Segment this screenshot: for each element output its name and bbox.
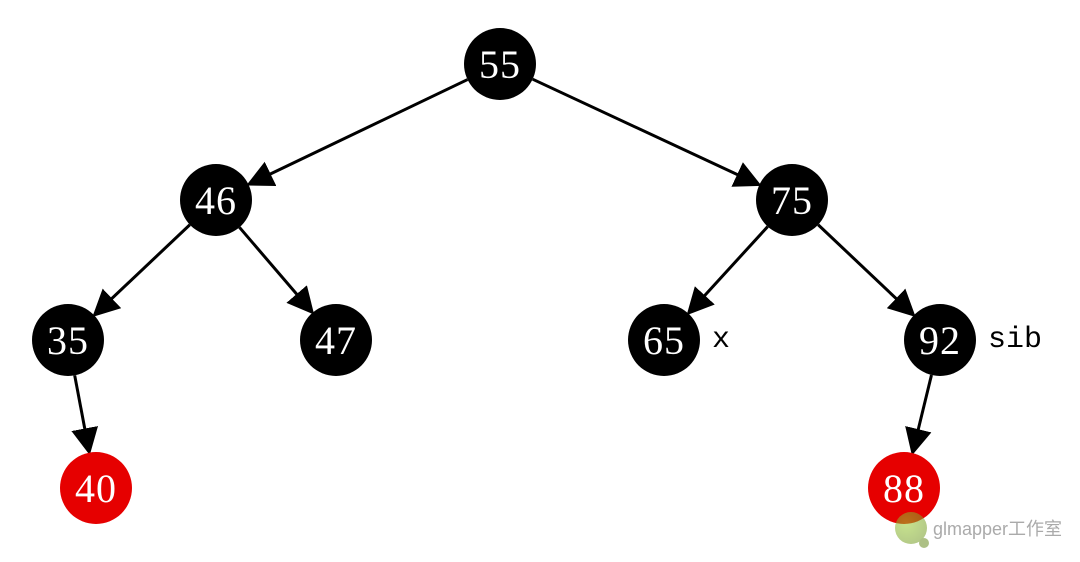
node-value: 75 — [771, 177, 813, 224]
tree-diagram: 55 46 75 35 47 65 x 92 sib 40 88 glmapper工作室 — [0, 0, 1080, 562]
node-value: 92 — [919, 317, 961, 364]
tree-node-40: 40 — [60, 452, 132, 524]
node-annotation-sib: sib — [988, 323, 1042, 357]
tree-edge — [250, 80, 467, 184]
watermark: glmapper工作室 — [895, 512, 1062, 544]
node-value: 55 — [479, 41, 521, 88]
node-annotation-x: x — [712, 323, 730, 357]
wechat-icon — [895, 512, 927, 544]
node-value: 40 — [75, 465, 117, 512]
node-value: 46 — [195, 177, 237, 224]
tree-edge — [913, 375, 932, 451]
tree-edge — [818, 225, 912, 314]
tree-node-65: 65 — [628, 304, 700, 376]
tree-node-75: 75 — [756, 164, 828, 236]
tree-edge — [533, 79, 758, 184]
tree-node-47: 47 — [300, 304, 372, 376]
tree-edge — [239, 227, 311, 311]
watermark-text: glmapper工作室 — [933, 515, 1062, 541]
tree-node-46: 46 — [180, 164, 252, 236]
tree-node-92: 92 — [904, 304, 976, 376]
tree-edge — [96, 225, 190, 314]
tree-node-35: 35 — [32, 304, 104, 376]
node-value: 47 — [315, 317, 357, 364]
node-value: 88 — [883, 465, 925, 512]
node-value: 65 — [643, 317, 685, 364]
tree-node-55: 55 — [464, 28, 536, 100]
tree-edge — [75, 375, 89, 450]
tree-edge — [690, 227, 768, 312]
node-value: 35 — [47, 317, 89, 364]
